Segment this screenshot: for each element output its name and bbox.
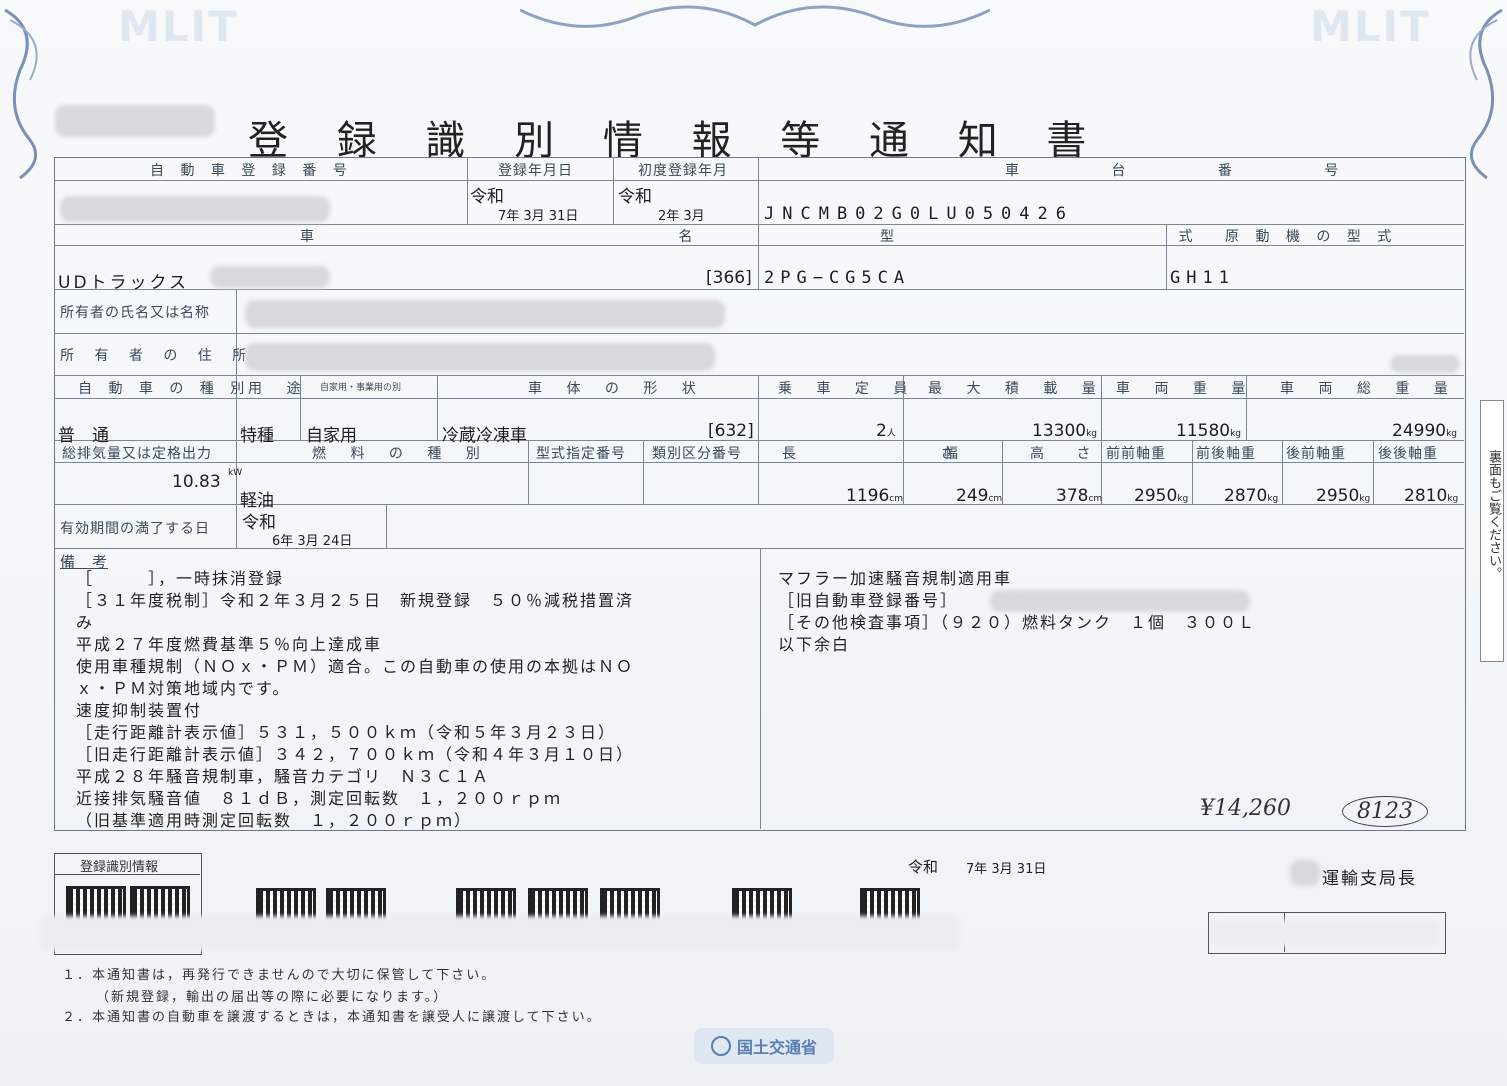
ministry-name: 国土交通省 <box>736 1038 817 1057</box>
remark-left-line: 速度抑制装置付 <box>76 701 203 720</box>
first-reg-era: 令和 <box>618 187 652 207</box>
ministry-logo: 国土交通省 <box>694 1028 834 1064</box>
max-load: 13300kg <box>1032 421 1098 441</box>
remark-left-line: 近接排気騒音値 ８１ｄＢ，測定回転数 １，２００ｒｐｍ <box>76 789 563 808</box>
footnote-1: １．本通知書は，再発行できませんので大切に保管して下さい。 <box>62 968 497 983</box>
redacted-owner-address <box>245 343 715 371</box>
redacted-address-code <box>1390 355 1460 373</box>
label-fr-axle: 前後軸重 <box>1196 446 1256 462</box>
label-capacity: 乗 車 定 員 <box>778 381 918 397</box>
first-reg-date: 2年 3月 <box>658 209 705 224</box>
corner-ornament-right <box>1469 8 1503 180</box>
remark-left-line: 平成２８年騒音規制車，騒音カテゴリ Ｎ３Ｃ１Ａ <box>76 767 491 786</box>
label-length: 長 さ <box>782 446 1025 462</box>
redacted-issuer-region <box>1290 860 1320 886</box>
remark-left-line: 平成２７年度燃費基準５％向上達成車 <box>76 635 383 654</box>
label-rf-axle: 後前軸重 <box>1286 446 1346 462</box>
label-owner-address: 所 有 者 の 住 所 <box>60 348 255 364</box>
label-width: 幅 <box>944 446 964 462</box>
ff-axle: 2950kg <box>1134 486 1189 506</box>
issuer: 運輸支局長 <box>1322 869 1417 889</box>
top-ornament <box>520 5 990 28</box>
label-expiry: 有効期間の満了する日 <box>60 521 210 537</box>
label-body-shape: 車 体 の 形 状 <box>528 381 706 397</box>
remark-left-line: ［ ］，一時抹消登録 <box>76 569 285 588</box>
usage: 特種 <box>240 426 274 446</box>
label-ff-axle: 前前軸重 <box>1106 446 1166 462</box>
capacity: 2人 <box>876 421 896 441</box>
handwritten-code: 8123 <box>1342 796 1428 827</box>
label-type-designation: 型式指定番号 <box>536 446 626 462</box>
remark-left-line: ［３１年度税制］令和２年３月２５日 新規登録 ５０％減税措置済 <box>76 591 635 610</box>
redacted-stamp-code <box>1212 920 1440 946</box>
redacted-reg-number <box>60 196 330 222</box>
footnote-1b: （新規登録，輸出の届出等の際に必要になります。） <box>96 990 449 1005</box>
remark-left-line: ｘ・ＰＭ対策地域内です。 <box>76 679 291 698</box>
remarks-right: マフラー加速騒音規制適用車 ［旧自動車登録番号］ ［その他検査事項］（９２０）燃料タ… <box>778 568 1256 656</box>
remark-left-line: ［走行距離計表示値］５３１，５００ｋｍ（令和５年３月２３日） <box>76 723 617 742</box>
label-usage: 用 途 <box>248 381 311 397</box>
issue-era: 令和 <box>908 858 939 876</box>
document-paper: MLIT MLIT 登 録 識 別 情 報 等 通 知 書 自 動 車 登 録 … <box>0 0 1507 1086</box>
label-owner-name: 所有者の氏名又は名称 <box>60 305 210 321</box>
label-weight: 車 両 重 量 <box>1116 381 1256 397</box>
label-category-number: 類別区分番号 <box>652 446 742 462</box>
redacted-old-reg-number <box>990 590 1250 612</box>
remarks-left: ［ ］，一時抹消登録 ［３１年度税制］令和２年３月２５日 新規登録 ５０％減税措置… <box>76 568 634 832</box>
side-note-text: 裏面もご覧ください。 <box>1486 450 1501 580</box>
footnote-2: ２．本通知書の自動車を譲渡するときは，本通知書を譲受人に譲渡して下さい。 <box>62 1010 602 1025</box>
label-engine-model: 原 動 機 の 型 式 <box>1225 229 1398 245</box>
label-gross-weight: 車 両 総 重 量 <box>1280 381 1458 397</box>
label-first-reg: 初度登録年月 <box>638 163 728 179</box>
issue-date: 7年 3月 31日 <box>966 862 1047 877</box>
watermark-logo-right: MLIT <box>1310 2 1431 51</box>
redacted-car-detail <box>210 266 330 288</box>
reg-era: 令和 <box>470 187 504 207</box>
remark-left-line: み <box>76 613 95 632</box>
qr-box-label: 登録識別情報 <box>80 860 159 875</box>
height: 378cm <box>1056 486 1103 506</box>
remark-right-line: 以下余白 <box>778 635 851 654</box>
engine-model: GH11 <box>1170 268 1235 288</box>
label-max-load: 最 大 積 載 量 <box>928 381 1106 397</box>
rf-axle: 2950kg <box>1316 486 1371 506</box>
remark-left-line: 使用車種規制（ＮＯｘ・ＰＭ）適合。この自動車の使用の本拠はＮＯ <box>76 657 635 676</box>
label-reg-number: 自 動 車 登 録 番 号 <box>150 163 353 179</box>
displacement: kW 10.83 <box>172 468 243 492</box>
label-fuel: 燃 料 の 種 別 <box>312 446 490 462</box>
label-vehicle-type: 自 動 車 の 種 別 <box>78 381 251 397</box>
length: 1196cm <box>846 486 903 506</box>
expiry-era: 令和 <box>242 513 276 533</box>
body-code: [632] <box>708 421 754 441</box>
model: 2PG−CG5CA <box>764 268 911 288</box>
redacted-area <box>55 105 215 137</box>
label-car-name: 車 名 <box>300 229 873 245</box>
ministry-emblem-icon <box>710 1036 731 1056</box>
fr-axle: 2870kg <box>1224 486 1279 506</box>
rr-axle: 2810kg <box>1404 486 1459 506</box>
label-chassis: 車 台 番 号 <box>1005 163 1383 179</box>
label-private-business: 自家用・事業用の別 <box>320 383 402 393</box>
label-reg-date: 登録年月日 <box>498 163 573 179</box>
redacted-owner-name <box>245 300 725 328</box>
gross-weight: 24990kg <box>1392 421 1458 441</box>
remark-left-line: （旧基準適用時測定回転数 １，２００ｒｐｍ） <box>76 811 473 830</box>
vehicle-weight: 11580kg <box>1176 421 1242 441</box>
watermark-logo-left: MLIT <box>118 2 239 51</box>
expiry-date: 6年 3月 24日 <box>272 534 353 549</box>
car-code: [366] <box>706 268 752 288</box>
remark-right-line: マフラー加速騒音規制適用車 <box>778 569 1013 588</box>
remark-left-line: ［旧走行距離計表示値］３４２，７００ｋｍ（令和４年３月１０日） <box>76 745 635 764</box>
corner-ornament-left <box>4 8 38 180</box>
label-rr-axle: 後後軸重 <box>1378 446 1438 462</box>
label-displacement: 総排気量又は定格出力 <box>62 446 212 462</box>
width: 249cm <box>956 486 1003 506</box>
chassis-number: JNCMB02G0LU050426 <box>764 204 1074 224</box>
handwritten-price: ¥14,260 <box>1200 796 1291 821</box>
label-height: 高 さ <box>1030 446 1105 462</box>
redacted-qr-text <box>40 916 960 950</box>
car-name: UDトラックス <box>58 273 190 293</box>
reg-date: 7年 3月 31日 <box>498 209 579 224</box>
remark-right-line: ［その他検査事項］（９２０）燃料タンク １個 ３００Ｌ <box>778 613 1257 632</box>
